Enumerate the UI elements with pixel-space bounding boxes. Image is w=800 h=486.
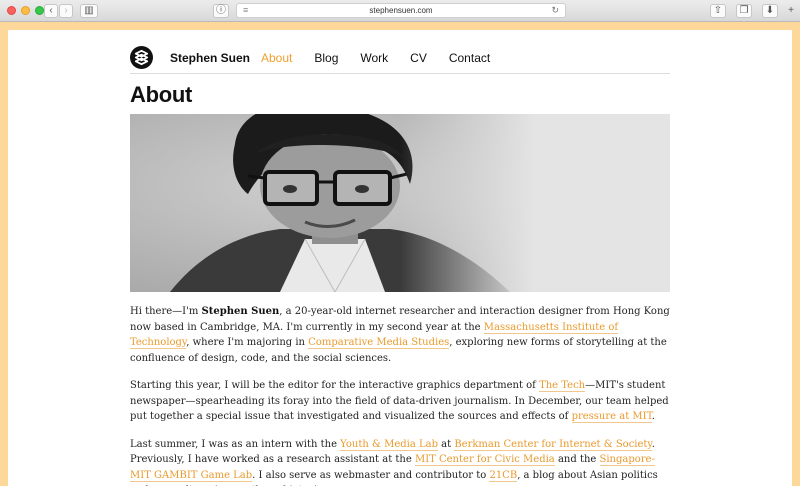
close-window-button[interactable] [7, 6, 16, 15]
nav-item-contact[interactable]: Contact [449, 51, 490, 65]
forward-button[interactable]: › [59, 4, 73, 18]
web-page: Stephen Suen About Blog Work CV Contact … [8, 30, 792, 486]
name-highlight: Stephen Suen [201, 306, 280, 317]
site-header: Stephen Suen About Blog Work CV Contact [130, 30, 670, 74]
share-icon: ⇧ [713, 5, 723, 16]
nav-item-about[interactable]: About [261, 51, 292, 65]
address-bar[interactable]: ≡ stephensuen.com ↻ [236, 3, 566, 18]
portrait-photo [130, 114, 670, 292]
nav-item-work[interactable]: Work [360, 51, 388, 65]
download-icon: ⬇ [765, 5, 775, 16]
tabs-button[interactable]: ❐ [736, 4, 752, 18]
intro-paragraph: Hi there—I'm Stephen Suen, a 20-year-old… [130, 306, 670, 364]
reader-icon[interactable]: ≡ [243, 5, 248, 15]
downloads-button[interactable]: ⬇ [762, 4, 778, 18]
nav-item-blog[interactable]: Blog [314, 51, 338, 65]
new-tab-button[interactable]: + [784, 4, 798, 18]
link-berkman-center[interactable]: Berkman Center for Internet & Society [454, 438, 652, 451]
page-content: Stephen Suen About Blog Work CV Contact … [130, 30, 670, 486]
zoom-window-button[interactable] [35, 6, 44, 15]
page-title: About [130, 82, 193, 107]
info-icon: ⓘ [216, 5, 226, 16]
browser-toolbar: ‹ › ▥ ⓘ ≡ stephensuen.com ↻ ⇧ ❐ ⬇ + [0, 0, 800, 22]
sidebar-button[interactable]: ▥ [80, 4, 98, 18]
plus-icon: + [788, 5, 794, 16]
privacy-button[interactable]: ⓘ [213, 4, 229, 18]
reload-icon[interactable]: ↻ [551, 5, 559, 16]
tech-paragraph: Starting this year, I will be the editor… [130, 380, 669, 423]
chevron-right-icon: › [64, 5, 68, 16]
link-pressure-at-mit[interactable]: pressure at MIT [571, 411, 652, 423]
link-comparative-media-studies[interactable]: Comparative Media Studies [308, 337, 450, 349]
nav-item-cv[interactable]: CV [410, 51, 427, 65]
link-civic-media[interactable]: MIT Center for Civic Media [414, 454, 555, 466]
brand-name[interactable]: Stephen Suen [170, 51, 250, 65]
share-button[interactable]: ⇧ [710, 4, 726, 18]
window-controls [7, 6, 44, 15]
chevron-left-icon: ‹ [49, 5, 53, 16]
tabs-icon: ❐ [739, 5, 749, 16]
main-navigation: About Blog Work CV Contact [261, 51, 490, 65]
link-youth-media-lab[interactable]: Youth & Media Lab [340, 438, 438, 451]
minimize-window-button[interactable] [21, 6, 30, 15]
sidebar-icon: ▥ [84, 5, 94, 16]
site-logo-icon[interactable] [130, 46, 153, 69]
link-the-tech[interactable]: The Tech [539, 380, 586, 392]
link-21cb[interactable]: 21CB [489, 469, 518, 482]
back-button[interactable]: ‹ [44, 4, 58, 18]
experience-paragraph: Last summer, I was as an intern with the… [130, 438, 658, 486]
url-text: stephensuen.com [369, 6, 433, 15]
